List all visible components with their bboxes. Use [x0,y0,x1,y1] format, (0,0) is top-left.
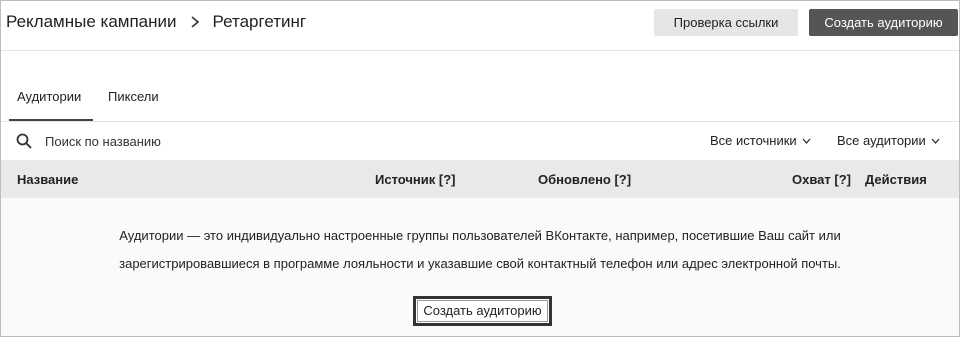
empty-state-description: Аудитории — это индивидуально настроенны… [1,222,959,278]
search-filter-bar: Все источники Все аудитории [1,122,959,160]
audiences-filter-dropdown[interactable]: Все аудитории [837,133,940,148]
sources-filter-dropdown[interactable]: Все источники [710,133,811,148]
search-icon [16,133,32,149]
chevron-down-icon [802,138,811,144]
tab-audiences[interactable]: Аудитории [17,89,81,104]
create-audience-button-top[interactable]: Создать аудиторию [809,9,958,36]
check-link-button[interactable]: Проверка ссылки [654,9,798,36]
audiences-filter-label: Все аудитории [837,133,926,148]
chevron-down-icon [931,138,940,144]
table-header: Название Источник [?] Обновлено [?] Охва… [1,160,959,198]
column-header-updated[interactable]: Обновлено [?] [538,172,631,187]
search-input[interactable] [45,131,345,151]
chevron-right-icon [191,16,199,28]
breadcrumb-current: Ретаргетинг [212,12,307,31]
column-header-name[interactable]: Название [17,172,78,187]
audiences-panel: Аудитории Пиксели Все источники Все ауди… [1,51,959,336]
retargeting-page: Рекламные кампании Ретаргетинг Проверка … [0,0,960,337]
column-header-actions: Действия [865,172,927,187]
sources-filter-label: Все источники [710,133,797,148]
create-audience-button[interactable]: Создать аудиторию [413,296,552,326]
breadcrumb-ad-campaigns-link[interactable]: Рекламные кампании [6,12,177,32]
tab-bar: Аудитории Пиксели [1,81,959,122]
empty-state-line-1: Аудитории — это индивидуально настроенны… [119,228,841,243]
tab-pixels[interactable]: Пиксели [108,89,159,104]
column-header-source[interactable]: Источник [?] [375,172,456,187]
active-tab-indicator [9,119,93,121]
page-header: Рекламные кампании Ретаргетинг Проверка … [1,1,959,51]
empty-state: Аудитории — это индивидуально настроенны… [1,198,959,336]
column-header-reach[interactable]: Охват [?] [792,172,851,187]
empty-state-line-2: зарегистрировавшиеся в программе лояльно… [119,256,841,271]
breadcrumb: Рекламные кампании Ретаргетинг [6,12,306,32]
